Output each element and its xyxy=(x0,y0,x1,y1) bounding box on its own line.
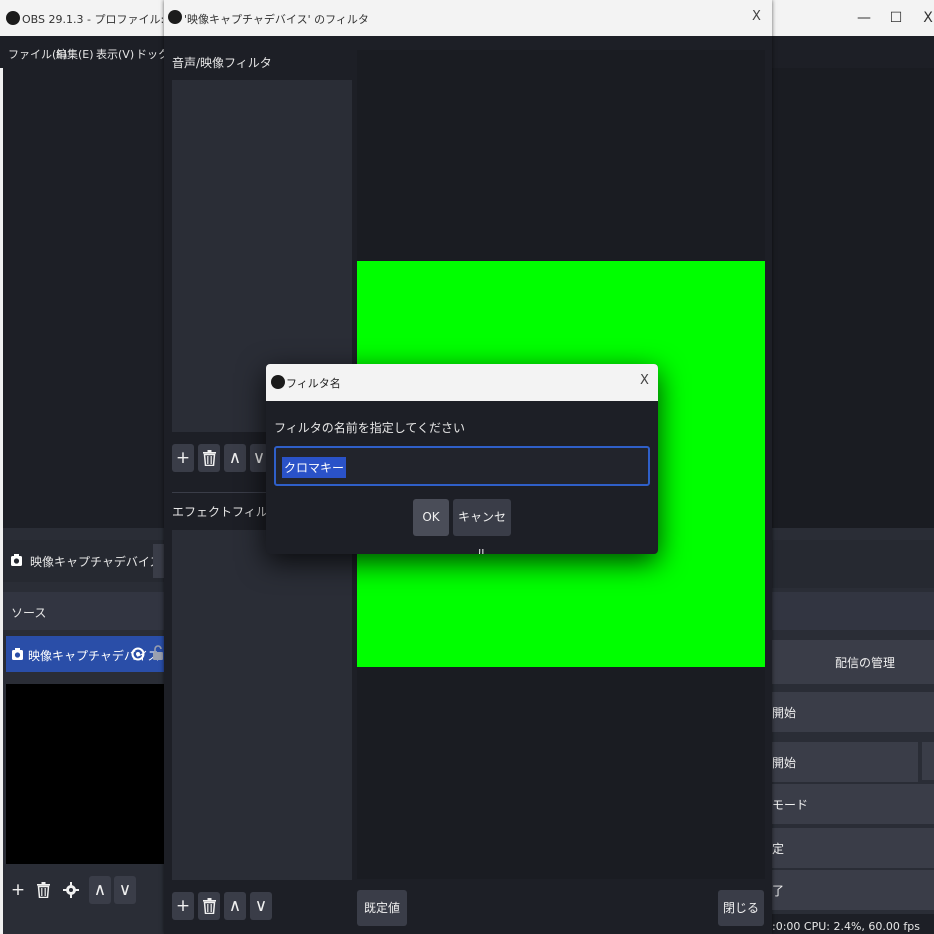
remove-filter-trash-icon[interactable] xyxy=(198,444,220,472)
scene-source-bar: 映像キャプチャデバイス xyxy=(3,540,164,582)
source-list-item[interactable]: 映像キャプチャデバイス xyxy=(6,636,164,672)
dialog-titlebar: フィルタ名 X xyxy=(266,364,658,401)
dialog-close-icon[interactable]: X xyxy=(640,373,649,388)
filters-titlebar: '映像キャプチャデバイス' のフィルタ X xyxy=(164,0,772,36)
filter-name-dialog: フィルタ名 X フィルタの名前を指定してください クロマキー OK キャンセル xyxy=(266,364,658,554)
filters-close-icon[interactable]: X xyxy=(752,9,761,24)
filter-name-value: クロマキー xyxy=(282,457,347,478)
filter-name-input[interactable]: クロマキー xyxy=(274,446,650,486)
cancel-button[interactable]: キャンセル xyxy=(453,499,511,554)
add-filter-button[interactable]: + xyxy=(172,444,194,472)
start-streaming-button[interactable]: 開始 xyxy=(772,692,934,732)
minimize-button[interactable]: — xyxy=(854,8,874,28)
sources-title: ソース xyxy=(11,606,47,620)
manage-broadcast-button[interactable]: 配信の管理 xyxy=(772,640,934,684)
recording-settings-gear-icon[interactable] xyxy=(922,742,934,780)
remove-effect-trash-icon[interactable] xyxy=(198,892,220,920)
close-button[interactable]: X xyxy=(918,8,934,28)
effect-filter-list[interactable] xyxy=(172,530,352,880)
filter-up-button[interactable]: ∧ xyxy=(224,444,246,472)
menu-dock[interactable]: ドック(D xyxy=(136,46,164,62)
start-recording-button[interactable]: 開始 xyxy=(772,742,918,782)
gear-icon[interactable] xyxy=(60,876,82,904)
effect-down-button[interactable]: ∨ xyxy=(250,892,272,920)
add-icon[interactable]: + xyxy=(7,876,29,904)
maximize-button[interactable]: ☐ xyxy=(886,8,906,28)
add-effect-button[interactable]: + xyxy=(172,892,194,920)
dialog-title: フィルタ名 xyxy=(286,377,341,390)
dialog-prompt: フィルタの名前を指定してください xyxy=(274,421,466,435)
manage-broadcast-label: 配信の管理 xyxy=(835,656,896,670)
trash-icon[interactable] xyxy=(32,876,54,904)
controls-dock-header xyxy=(772,592,934,630)
exit-label: 了 xyxy=(772,884,785,898)
camera-icon xyxy=(11,647,24,661)
status-text: :0:00 CPU: 2.4%, 60.00 fps xyxy=(772,920,920,933)
main-preview-area xyxy=(772,68,934,528)
menu-edit[interactable]: 編集(E) xyxy=(56,46,94,62)
status-bar: :0:00 CPU: 2.4%, 60.00 fps xyxy=(772,914,934,934)
obs-logo-icon xyxy=(168,10,182,24)
settings-label: 定 xyxy=(772,842,785,856)
move-down-button[interactable]: ∨ xyxy=(114,876,136,904)
camera-icon xyxy=(10,553,23,567)
source-thumbnail xyxy=(6,684,164,864)
effect-filters-label: エフェクトフィルタ xyxy=(172,505,280,519)
settings-button[interactable]: 定 xyxy=(772,828,934,868)
main-window-title: OBS 29.1.3 - プロファイル: 無題 - シーン: 無 xyxy=(22,13,167,26)
studio-mode-button[interactable]: モード xyxy=(772,784,934,824)
defaults-button[interactable]: 既定値 xyxy=(357,890,407,926)
obs-logo-icon xyxy=(271,375,285,389)
scene-properties-button[interactable] xyxy=(153,544,164,578)
move-up-button[interactable]: ∧ xyxy=(89,876,111,904)
close-filters-button[interactable]: 閉じる xyxy=(718,890,764,926)
exit-button[interactable]: 了 xyxy=(772,870,934,910)
lock-icon[interactable] xyxy=(152,645,164,661)
effect-filter-toolbar: + ∧ ∨ xyxy=(172,892,352,926)
menu-view[interactable]: 表示(V) xyxy=(96,46,134,62)
ok-button[interactable]: OK xyxy=(413,499,449,536)
filters-window-title: '映像キャプチャデバイス' のフィルタ xyxy=(184,13,369,26)
start-recording-label: 開始 xyxy=(772,756,797,770)
controls-top-strip xyxy=(772,540,934,588)
studio-mode-label: モード xyxy=(772,798,809,812)
start-streaming-label: 開始 xyxy=(772,706,797,720)
effect-up-button[interactable]: ∧ xyxy=(224,892,246,920)
obs-logo-icon xyxy=(6,11,20,25)
scene-source-label: 映像キャプチャデバイス xyxy=(30,555,162,569)
sources-dock-header: ソース xyxy=(3,592,164,630)
audio-video-filters-label: 音声/映像フィルタ xyxy=(172,56,272,70)
sources-toolbar: + ∧ ∨ xyxy=(3,868,164,912)
eye-visibility-icon[interactable] xyxy=(131,647,145,661)
